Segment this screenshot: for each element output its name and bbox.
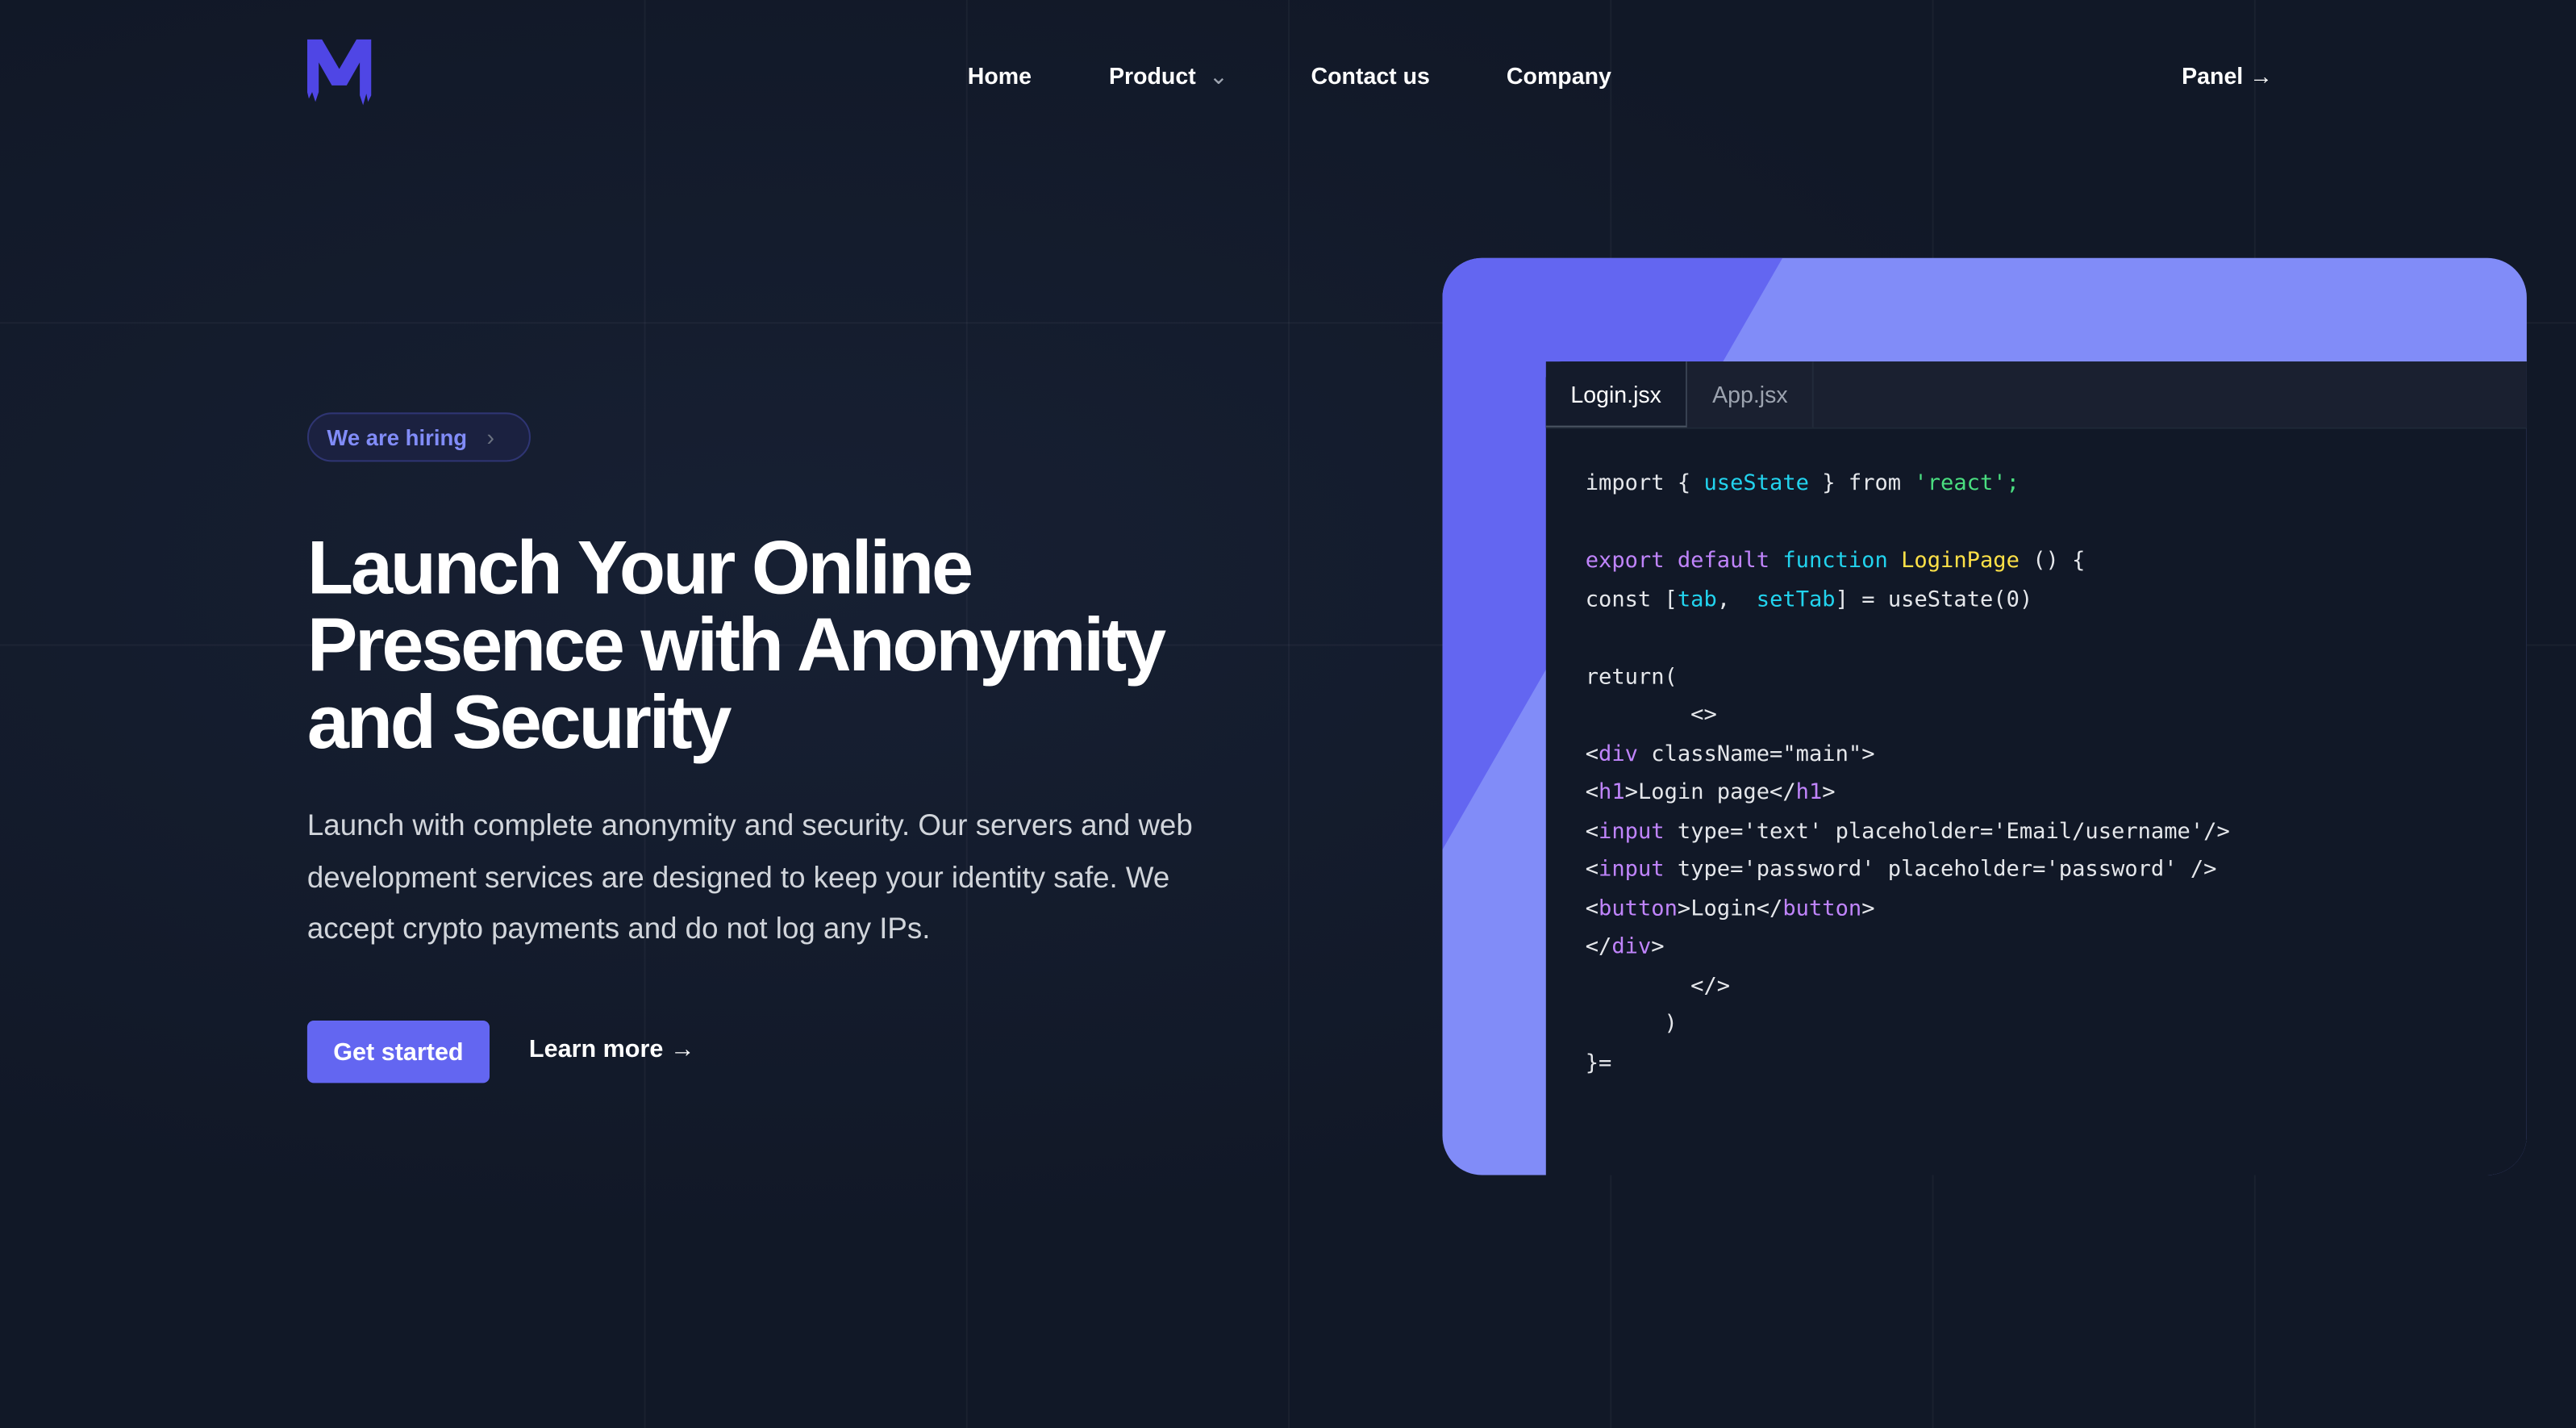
code-line: <button>Login</button>: [1586, 890, 2527, 929]
code-token: ): [1585, 1012, 1678, 1038]
code-token: import {: [1585, 471, 1704, 497]
code-token: 'react';: [1914, 471, 2020, 497]
code-line: }=: [1586, 1045, 2527, 1084]
code-token: tab: [1677, 587, 1717, 612]
code-token: button: [1599, 896, 1678, 921]
hero-title: Launch Your Online Presence with Anonymi…: [306, 524, 1293, 765]
code-token: </: [1585, 935, 1612, 960]
code-preview-panel: Login.jsx App.jsx import { useState } fr…: [1442, 257, 2527, 1175]
code-token: function: [1782, 549, 1902, 574]
code-token: } from: [1808, 471, 1915, 497]
hero-title-line: Launch Your Online: [306, 524, 973, 610]
code-token: <: [1585, 896, 1599, 921]
code-token: return(: [1585, 664, 1678, 690]
code-token: const [: [1585, 587, 1678, 612]
code-token: h1: [1795, 780, 1823, 806]
code-line: return(: [1586, 658, 2527, 697]
code-token: ] = useState(0): [1835, 587, 2033, 612]
code-line: <div className="main">: [1586, 736, 2527, 775]
code-token: div: [1599, 741, 1638, 767]
code-editor-window: Login.jsx App.jsx import { useState } fr…: [1545, 361, 2527, 1175]
hero-description: Launch with complete anonymity and secur…: [306, 808, 1193, 946]
code-line: <>: [1586, 697, 2527, 736]
code-token: div: [1611, 935, 1652, 960]
code-line: ): [1586, 1006, 2527, 1045]
chevron-right-icon: ›: [486, 424, 495, 451]
hero-title-line: and Security: [306, 679, 732, 765]
code-token: >Login</: [1677, 896, 1783, 921]
code-token: >: [1651, 935, 1665, 960]
code-token: >: [1861, 896, 1875, 921]
nav-product-label: Product: [1108, 62, 1196, 89]
nav-home[interactable]: Home: [968, 62, 1032, 89]
code-token: export default: [1585, 549, 1783, 574]
code-token: </>: [1585, 973, 1731, 999]
nav-contact[interactable]: Contact us: [1311, 62, 1430, 89]
code-line: const [tab, setTab] = useState(0): [1586, 581, 2527, 620]
code-line: </div>: [1586, 929, 2527, 967]
nav-panel[interactable]: Panel →: [2182, 62, 2273, 89]
code-token: () {: [2019, 549, 2086, 574]
get-started-button[interactable]: Get started: [306, 1020, 490, 1084]
code-token: <: [1585, 858, 1599, 883]
tab-login-jsx[interactable]: Login.jsx: [1545, 361, 1688, 428]
hero-title-line: Presence with Anonymity: [306, 601, 1166, 687]
code-token: LoginPage: [1901, 549, 2020, 574]
code-line: import { useState } from 'react';: [1586, 465, 2527, 503]
code-token: type='text' placeholder='Email/username'…: [1664, 819, 2230, 844]
code-line: <h1>Login page</h1>: [1586, 774, 2527, 812]
code-line: export default function LoginPage () {: [1586, 542, 2527, 581]
code-token: type='password' placeholder='password' /…: [1664, 858, 2217, 883]
brand-logo-icon[interactable]: [306, 36, 372, 109]
code-line: <input type='text' placeholder='Email/us…: [1586, 812, 2527, 851]
code-token: <>: [1585, 703, 1717, 729]
code-token: <: [1585, 741, 1599, 767]
tab-app-jsx[interactable]: App.jsx: [1688, 361, 1815, 428]
code-block: import { useState } from 'react'; export…: [1546, 429, 2527, 1084]
code-token: }=: [1585, 1050, 1612, 1076]
code-token: <: [1585, 780, 1599, 806]
nav-company[interactable]: Company: [1507, 62, 1611, 89]
code-token: button: [1782, 896, 1862, 921]
code-token: setTab: [1756, 587, 1836, 612]
learn-more-link[interactable]: Learn more →: [529, 1035, 694, 1063]
code-line: </>: [1586, 967, 2527, 1006]
code-token: ,: [1716, 587, 1757, 612]
code-token: input: [1599, 819, 1665, 844]
code-token: useState: [1703, 471, 1809, 497]
chevron-down-icon: ⌄: [1209, 62, 1228, 89]
code-token: className="main">: [1637, 741, 1875, 767]
code-token: >: [1822, 780, 1836, 806]
nav-product[interactable]: Product ⌄: [1109, 62, 1228, 90]
code-line: <input type='password' placeholder='pass…: [1586, 851, 2527, 890]
code-token: input: [1599, 858, 1665, 883]
hiring-badge[interactable]: We are hiring ›: [306, 412, 531, 462]
code-token: >Login page</: [1624, 780, 1796, 806]
code-token: <: [1585, 819, 1599, 844]
landing-page: Home Product ⌄ Contact us Company Panel →…: [0, 0, 2576, 1428]
hiring-badge-label: We are hiring: [327, 424, 468, 450]
editor-tabs: Login.jsx App.jsx: [1545, 361, 2527, 429]
code-token: h1: [1599, 780, 1625, 806]
